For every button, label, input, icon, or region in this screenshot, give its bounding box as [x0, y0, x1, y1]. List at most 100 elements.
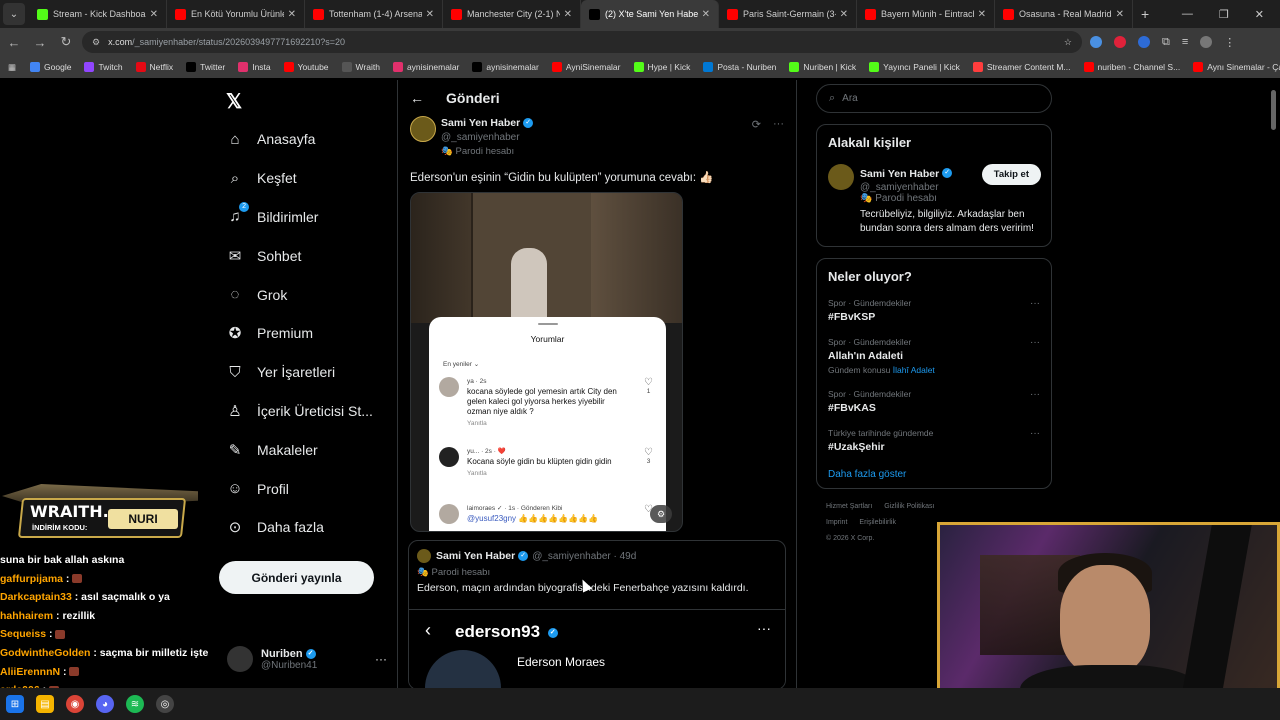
tab-0[interactable]: Stream - Kick Dashboard ✕ [29, 0, 167, 28]
tab-3[interactable]: Manchester City (2-1) Ne ✕ [443, 0, 581, 28]
more-icon[interactable]: ··· [1030, 428, 1040, 439]
post-button[interactable]: Gönderi yayınla [219, 561, 374, 594]
video-settings-icon[interactable]: ⚙ [650, 505, 672, 523]
bookmark-item[interactable]: Google [30, 62, 71, 72]
obs-icon[interactable]: ◎ [156, 695, 174, 713]
trend-item[interactable]: Spor · Gündemdekiler Allah'ın Adaleti Günd… [828, 337, 1040, 375]
back-icon[interactable]: ← [2, 35, 26, 50]
extension-icon[interactable] [1114, 36, 1126, 48]
menu-kebab-icon[interactable]: ⋮ [1224, 36, 1235, 49]
tab-1[interactable]: En Kötü Yorumlu Ürünler ✕ [167, 0, 305, 28]
bookmark-item[interactable]: nuriben - Channel S... [1083, 62, 1180, 72]
footer-link[interactable]: © 2026 X Corp. [826, 535, 874, 542]
trend-item[interactable]: Türkiye tarihinde gündemde #UzakŞehir ··· [828, 428, 1040, 453]
bookmark-item[interactable]: Wraith [341, 62, 380, 72]
tab-search-icon[interactable]: ⌄ [3, 3, 25, 25]
person-name[interactable]: Sami Yen Haber [860, 168, 939, 180]
bookmark-item[interactable]: AyniSinemalar [551, 62, 621, 72]
more-icon[interactable]: ··· [1030, 337, 1040, 348]
tab-close-icon[interactable]: ✕ [426, 9, 434, 20]
quoted-tweet[interactable]: Sami Yen Haber ✓ @_samiyenhaber · 49d 🎭 … [408, 540, 786, 690]
author-avatar[interactable] [410, 116, 436, 142]
trend-item[interactable]: Spor · Gündemdekiler #FBvKAS ··· [828, 389, 1040, 414]
close-window-icon[interactable]: ✕ [1255, 8, 1264, 21]
forward-icon[interactable]: → [28, 35, 52, 50]
nav-item-7[interactable]: ♙ İçerik Üreticisi St... [226, 392, 373, 431]
back-arrow-icon[interactable]: ← [410, 90, 424, 106]
nav-item-10[interactable]: ⊙ Daha fazla [226, 508, 373, 547]
tab-close-icon[interactable]: ✕ [840, 9, 848, 20]
tab-close-icon[interactable]: ✕ [702, 9, 710, 20]
more-icon[interactable]: ··· [375, 652, 387, 666]
tab-close-icon[interactable]: ✕ [978, 9, 986, 20]
tab-2[interactable]: Tottenham (1-4) Arsenal | ✕ [305, 0, 443, 28]
nav-item-6[interactable]: ⛉ Yer İşaretleri [226, 353, 373, 392]
url-field[interactable]: ⚙ x.com/_samiyenhaber/status/20260394977… [82, 31, 1082, 53]
tab-close-icon[interactable]: ✕ [1116, 9, 1124, 20]
tab-close-icon[interactable]: ✕ [288, 9, 296, 20]
trend-sub-link[interactable]: İlahî Adalet [893, 365, 935, 375]
bookmark-item[interactable]: Nuriben | Kick [789, 62, 856, 72]
more-icon[interactable]: ··· [773, 118, 784, 131]
nav-item-4[interactable]: ◌ Grok [226, 275, 373, 314]
nav-item-3[interactable]: ✉ Sohbet [226, 236, 373, 275]
footer-link[interactable]: Erişilebilirlik [859, 519, 896, 526]
tab-4[interactable]: (2) X'te Sami Yen Haber: " ✕ [581, 0, 719, 28]
author-name[interactable]: Sami Yen Haber [441, 117, 520, 129]
tab-6[interactable]: Bayern Münih - Eintracht ✕ [857, 0, 995, 28]
tab-close-icon[interactable]: ✕ [150, 9, 158, 20]
search-input[interactable]: ⌕ Ara [816, 84, 1052, 113]
profile-avatar[interactable] [1200, 36, 1213, 48]
bookmark-item[interactable]: Netflix [135, 62, 173, 72]
nav-item-5[interactable]: ✪ Premium [226, 314, 373, 353]
bookmark-item[interactable]: Youtube [283, 62, 329, 72]
restore-icon[interactable]: ❐ [1219, 8, 1229, 21]
spotify-icon[interactable]: ≋ [126, 695, 144, 713]
bookmark-item[interactable]: Twitch [84, 62, 123, 72]
extension-icon[interactable] [1138, 36, 1150, 48]
chrome-icon[interactable]: ◉ [66, 695, 84, 713]
extensions-puzzle-icon[interactable]: ⧉ [1162, 36, 1170, 49]
related-person[interactable]: Sami Yen Haber ✓ @_samiyenhaber 🎭 Parodi … [828, 164, 1041, 204]
bookmark-item[interactable]: Insta [238, 62, 271, 72]
start-icon[interactable]: ⊞ [6, 695, 24, 713]
more-icon[interactable]: ··· [1030, 389, 1040, 400]
bookmark-item[interactable]: Twitter [186, 62, 225, 72]
footer-link[interactable]: Gizlilik Politikası [884, 503, 934, 510]
nav-item-8[interactable]: ✎ Makaleler [226, 430, 373, 469]
bookmark-item[interactable]: Aynı Sinemalar - Ça... [1193, 62, 1280, 72]
bookmark-item[interactable]: aynisinemalar [472, 62, 539, 72]
trend-item[interactable]: Spor · Gündemdekiler #FBvKSP ··· [828, 298, 1040, 323]
avatar[interactable] [828, 164, 854, 190]
more-icon[interactable]: ··· [1030, 298, 1040, 309]
footer-link[interactable]: Imprint [826, 519, 847, 526]
bookmark-item[interactable]: Hype | Kick [633, 62, 690, 72]
tab-7[interactable]: Osasuna - Real Madrid (2 ✕ [995, 0, 1133, 28]
tab-close-icon[interactable]: ✕ [564, 9, 572, 20]
site-info-icon[interactable]: ⚙ [92, 37, 100, 48]
media-control-icon[interactable]: ≡ [1182, 36, 1188, 48]
nav-item-0[interactable]: ⌂ Anasayfa [226, 120, 373, 159]
x-logo-icon[interactable]: 𝕏 [226, 89, 242, 114]
bookmark-item[interactable]: Yayıncı Paneli | Kick [869, 62, 960, 72]
nav-item-2[interactable]: ♫ 2 Bildirimler [226, 198, 373, 237]
extension-icon[interactable] [1090, 36, 1102, 48]
author-handle[interactable]: @_samiyenhaber [441, 131, 784, 145]
file-explorer-icon[interactable]: ▤ [36, 695, 54, 713]
nav-item-9[interactable]: ☺ Profil [226, 469, 373, 508]
footer-link[interactable]: Hizmet Şartları [826, 503, 872, 510]
new-tab-button[interactable]: + [1141, 6, 1149, 22]
bookmark-item[interactable]: Posta - Nuriben [703, 62, 776, 72]
grok-icon[interactable]: ⟳ [752, 118, 761, 131]
reload-icon[interactable]: ↻ [54, 34, 78, 50]
bookmark-item[interactable]: aynisinemalar [392, 62, 459, 72]
show-more-link[interactable]: Daha fazla göster [828, 469, 1040, 480]
follow-button[interactable]: Takip et [981, 164, 1041, 185]
minimize-icon[interactable]: — [1182, 8, 1193, 20]
bookmark-item[interactable]: Streamer Content M... [972, 62, 1071, 72]
bookmark-star-icon[interactable]: ☆ [1064, 37, 1072, 48]
tweet-media[interactable]: Yorumlar En yeniler ⌄ ya · 2s kocana söyl… [410, 192, 683, 532]
tab-5[interactable]: Paris Saint-Germain (3-0) ✕ [719, 0, 857, 28]
discord-icon[interactable]: ◕ [96, 695, 114, 713]
apps-grid-icon[interactable]: ▦ [8, 62, 16, 73]
